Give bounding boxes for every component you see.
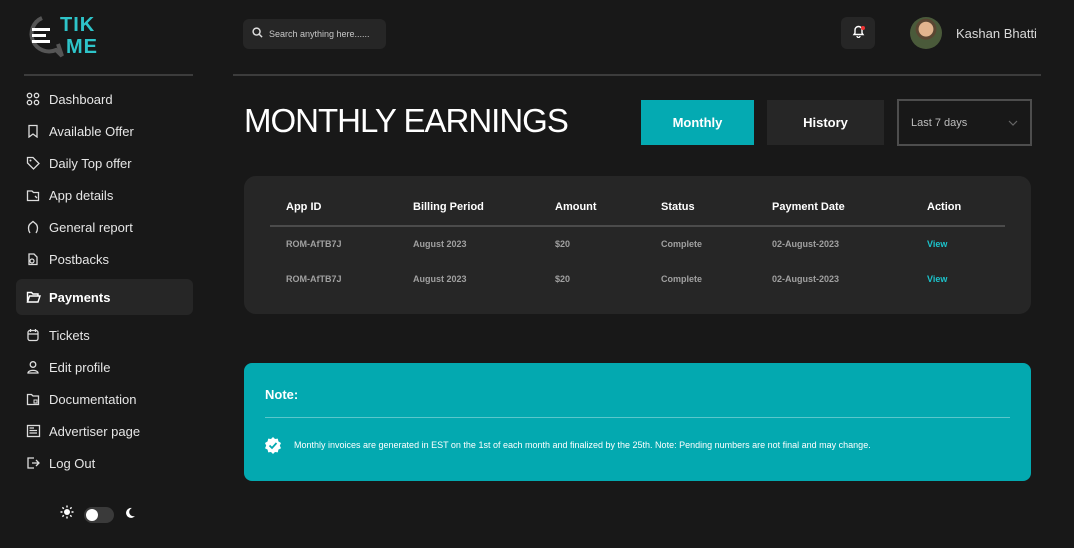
cell-status: Complete (661, 274, 703, 284)
theme-switch-knob (86, 508, 98, 521)
note-title: Note: (265, 387, 299, 402)
sidebar-item-label: Postbacks (49, 251, 109, 267)
bookmark-icon (24, 122, 42, 140)
sidebar-item-log-out[interactable]: Log Out (16, 447, 193, 479)
note-divider (265, 417, 1010, 418)
app-file-icon (24, 186, 42, 204)
table-row: ROM-AfTB7J August 2023 $20 Complete 02-A… (270, 239, 1005, 253)
view-link[interactable]: View (927, 274, 947, 284)
tag-icon (24, 154, 42, 172)
sidebar-item-label: Log Out (49, 455, 96, 471)
report-icon (24, 218, 42, 236)
theme-toggle (60, 505, 136, 524)
col-action: Action (927, 201, 962, 213)
tab-history[interactable]: History (767, 100, 884, 145)
sidebar-item-tickets[interactable]: Tickets (16, 319, 193, 351)
sidebar-item-documentation[interactable]: Documentation (16, 383, 193, 415)
grid-icon (24, 90, 42, 108)
brand-logo[interactable]: TIK ME (22, 12, 122, 62)
notification-dot (861, 26, 865, 30)
table-row: ROM-AfTB7J August 2023 $20 Complete 02-A… (270, 274, 1005, 288)
col-billing-period: Billing Period (413, 201, 484, 213)
cell-billing-period: August 2023 (413, 239, 467, 249)
search-input[interactable] (269, 29, 379, 39)
cell-app-id: ROM-AfTB7J (286, 274, 342, 284)
sidebar-item-daily-top-offer[interactable]: Daily Top offer (16, 147, 193, 179)
cell-amount: $20 (555, 274, 571, 284)
moon-icon[interactable] (124, 506, 136, 524)
col-app-id: App ID (286, 201, 322, 213)
sidebar-item-label: General report (49, 219, 133, 235)
theme-switch[interactable] (84, 506, 114, 523)
cell-payment-date: 02-August-2023 (772, 274, 840, 284)
sidebar-item-label: Tickets (49, 327, 90, 343)
cell-payment-date: 02-August-2023 (772, 239, 840, 249)
tab-monthly[interactable]: Monthly (641, 100, 754, 145)
cell-app-id: ROM-AfTB7J (286, 239, 342, 249)
sidebar-item-dashboard[interactable]: Dashboard (16, 83, 193, 115)
folder-doc-icon (24, 390, 42, 408)
col-status: Status (661, 201, 695, 213)
col-amount: Amount (555, 201, 597, 213)
postback-icon (24, 250, 42, 268)
date-range-value: Last 7 days (911, 116, 968, 129)
cell-billing-period: August 2023 (413, 274, 467, 284)
sidebar-divider (24, 74, 193, 76)
col-payment-date: Payment Date (772, 201, 845, 213)
sidebar-item-available-offer[interactable]: Available Offer (16, 115, 193, 147)
note-text: Monthly invoices are generated in EST on… (294, 440, 871, 450)
search-bar[interactable] (243, 19, 386, 49)
sidebar-item-payments[interactable]: Payments (16, 279, 193, 315)
advertiser-icon (24, 422, 42, 440)
sidebar-item-label: Advertiser page (49, 423, 141, 439)
avatar[interactable] (910, 17, 942, 49)
note-panel: Note: Monthly invoices are generated in … (244, 363, 1031, 481)
chevron-down-icon (1008, 117, 1018, 129)
sidebar-item-label: Edit profile (49, 359, 111, 375)
logo-text-top: TIK (60, 14, 96, 36)
sidebar-item-label: Documentation (49, 391, 137, 407)
sidebar-item-label: Dashboard (49, 91, 113, 107)
date-range-select[interactable]: Last 7 days (897, 99, 1032, 146)
page-title: MONTHLY EARNINGS (244, 102, 569, 139)
cell-amount: $20 (555, 239, 571, 249)
calendar-icon (24, 326, 42, 344)
sun-icon[interactable] (60, 505, 74, 524)
earnings-table: App ID Billing Period Amount Status Paym… (244, 176, 1031, 314)
cell-status: Complete (661, 239, 703, 249)
logo-text-bottom: ME (66, 36, 98, 58)
sidebar-item-label: Daily Top offer (49, 155, 132, 171)
sidebar-item-general-report[interactable]: General report (16, 211, 193, 243)
logout-icon (24, 454, 42, 472)
user-icon (24, 358, 42, 376)
sidebar-item-app-details[interactable]: App details (16, 179, 193, 211)
sidebar-item-advertiser-page[interactable]: Advertiser page (16, 415, 193, 447)
folder-open-icon (24, 288, 42, 306)
sidebar: TIK ME Dashboard Available Offer Daily T… (0, 0, 210, 548)
table-header: App ID Billing Period Amount Status Paym… (270, 200, 1005, 227)
notifications-button[interactable] (841, 17, 875, 49)
user-name[interactable]: Kashan Bhatti (956, 26, 1037, 41)
header-divider (233, 74, 1041, 76)
view-link[interactable]: View (927, 239, 947, 249)
sidebar-item-label: Payments (49, 289, 111, 305)
sidebar-item-label: App details (49, 187, 114, 203)
sidebar-item-postbacks[interactable]: Postbacks (16, 243, 193, 275)
sidebar-item-label: Available Offer (49, 123, 134, 139)
sidebar-item-edit-profile[interactable]: Edit profile (16, 351, 193, 383)
sidebar-nav: Dashboard Available Offer Daily Top offe… (16, 83, 193, 479)
search-icon (252, 25, 263, 43)
verified-check-icon (264, 436, 282, 459)
logo-chat-icon (29, 16, 64, 58)
